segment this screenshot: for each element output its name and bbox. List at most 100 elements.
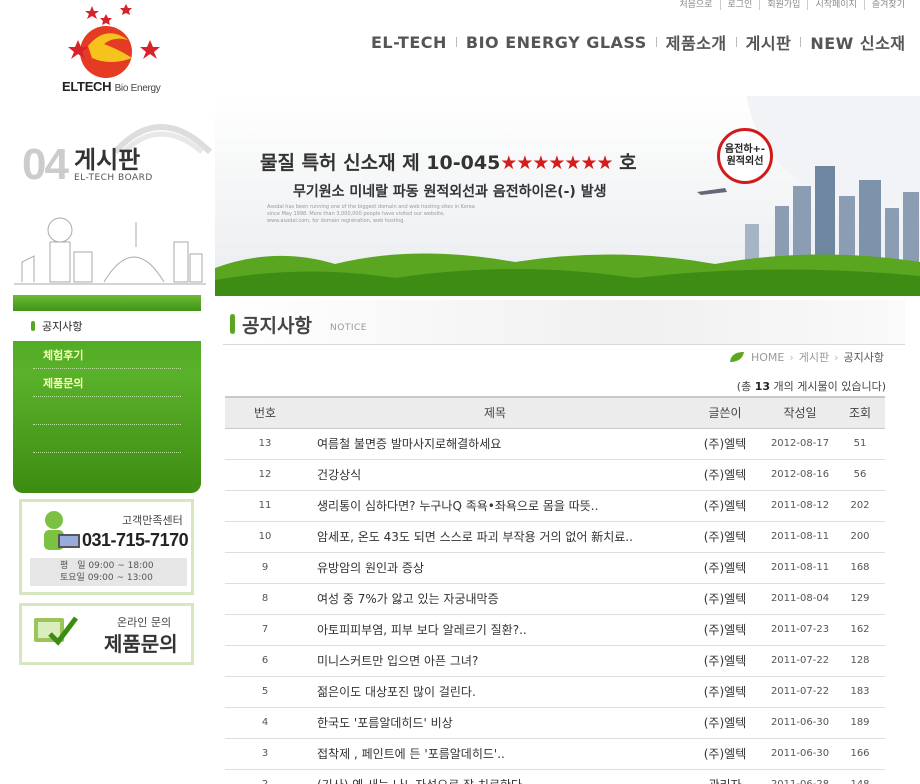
post-views: 148 — [835, 769, 885, 784]
stamp-line1: 음전하+- — [724, 144, 766, 155]
main-nav-new-material[interactable]: NEW 신소재 — [801, 30, 914, 54]
sidebar-item-reviews[interactable]: 체험후기 — [33, 341, 181, 369]
post-author: (주)엘텍 — [685, 707, 765, 739]
customer-center-hours: 평 일 09:00 ~ 18:00 토요일 09:00 ~ 13:00 — [30, 558, 187, 586]
main-nav-eltech[interactable]: EL-TECH — [362, 33, 456, 52]
post-date: 2011-06-30 — [765, 738, 835, 770]
monitor-check-icon — [34, 616, 78, 646]
post-number: 12 — [225, 459, 305, 491]
sidebar-item-notice[interactable]: 공지사항 — [13, 311, 201, 341]
post-author: (주)엘텍 — [685, 459, 765, 491]
post-date: 2012-08-16 — [765, 459, 835, 491]
post-date: 2011-08-11 — [765, 552, 835, 584]
sidebar-item-inquiry[interactable]: 제품문의 — [33, 369, 181, 397]
nav-login-link[interactable]: 로그인 — [719, 0, 760, 10]
online-inquiry-button[interactable]: 온라인 문의 제품문의 — [19, 603, 194, 665]
post-title-link[interactable]: 유방암의 원인과 증상 — [305, 552, 685, 584]
post-number: 4 — [225, 707, 305, 739]
customer-center-phone: 031-715-7170 — [82, 530, 189, 550]
post-views: 202 — [835, 490, 885, 522]
post-title-link[interactable]: 여성 중 7%가 앓고 있는 자궁내막증 — [305, 583, 685, 615]
table-row[interactable]: 8 여성 중 7%가 앓고 있는 자궁내막증 (주)엘텍 2011-08-04 129 — [225, 583, 885, 615]
table-row[interactable]: 4 한국도 '포름알데히드' 비상 (주)엘텍 2011-06-30 189 — [225, 707, 885, 739]
nav-bookmark-link[interactable]: 즐겨찾기 — [863, 0, 912, 10]
chevron-right-icon: › — [789, 350, 794, 364]
post-number: 8 — [225, 583, 305, 615]
post-count-prefix: (총 — [736, 380, 755, 393]
sidebar-menu-cap — [13, 295, 201, 311]
post-title-link[interactable]: 암세포, 온도 43도 되면 스스로 파괴 부작용 거의 없어 新치료.. — [305, 521, 685, 553]
post-number: 6 — [225, 645, 305, 677]
section-title: 게시판 — [74, 146, 141, 174]
post-title-link[interactable]: 접착제 , 페인트에 든 '포름알데히드'.. — [305, 738, 685, 770]
title-bar-accent — [230, 314, 235, 334]
table-row[interactable]: 7 아토피피부염, 피부 보다 알레르기 질환?.. (주)엘텍 2011-07-23… — [225, 614, 885, 646]
table-row[interactable]: 6 미니스커트만 입으면 아픈 그녀? (주)엘텍 2011-07-22 128 — [225, 645, 885, 677]
breadcrumb-board[interactable]: 게시판 — [799, 349, 829, 365]
chevron-right-icon: › — [834, 350, 839, 364]
main-nav-bio-energy-glass[interactable]: BIO ENERGY GLASS — [457, 33, 656, 52]
banner-fine-print: Asodal has been running one of the bigge… — [267, 204, 475, 224]
post-title-link[interactable]: 젊은이도 대상포진 많이 걸린다. — [305, 676, 685, 708]
column-header-number: 번호 — [225, 396, 305, 429]
city-sketch-illustration — [14, 217, 206, 285]
nav-join-link[interactable]: 회원가입 — [759, 0, 807, 10]
section-number: 04 — [22, 140, 69, 189]
post-date: 2011-07-22 — [765, 676, 835, 708]
post-date: 2011-08-11 — [765, 521, 835, 553]
page-title: 공지사항 — [242, 315, 312, 337]
column-header-views: 조회 — [835, 396, 885, 429]
post-views: 166 — [835, 738, 885, 770]
post-author: (주)엘텍 — [685, 490, 765, 522]
post-title-link[interactable]: 한국도 '포름알데히드' 비상 — [305, 707, 685, 739]
post-date: 2011-07-23 — [765, 614, 835, 646]
post-author: (주)엘텍 — [685, 428, 765, 460]
post-date: 2011-08-12 — [765, 490, 835, 522]
customer-center-label: 고객만족센터 — [122, 514, 183, 527]
post-title-link[interactable]: 생리통이 심하다면? 누구나Q 족욕•좌욕으로 몸을 따뜻.. — [305, 490, 685, 522]
post-author: (주)엘텍 — [685, 552, 765, 584]
post-views: 183 — [835, 676, 885, 708]
hours-weekday: 평 일 09:00 ~ 18:00 — [60, 561, 154, 571]
post-number: 3 — [225, 738, 305, 770]
post-title-link[interactable]: 미니스커트만 입으면 아픈 그녀? — [305, 645, 685, 677]
post-title-link[interactable]: 아토피피부염, 피부 보다 알레르기 질환?.. — [305, 614, 685, 646]
main-nav: EL-TECH BIO ENERGY GLASS 제품소개 게시판 NEW 신소… — [362, 30, 915, 54]
sidebar-menu: 공지사항 체험후기 제품문의 — [13, 295, 201, 493]
breadcrumb-current: 공지사항 — [843, 351, 884, 364]
column-header-date: 작성일 — [765, 396, 835, 429]
post-number: 7 — [225, 614, 305, 646]
bullet-icon — [31, 321, 35, 331]
table-row[interactable]: 2(기사) 옌 새는 나노자석으로 잡 치료한다관리자2011-06-28148 — [225, 769, 885, 784]
post-title-link[interactable]: 건강상식 — [305, 459, 685, 491]
table-row[interactable]: 3 접착제 , 페인트에 든 '포름알데히드'.. (주)엘텍 2011-06-30 1… — [225, 738, 885, 770]
post-number: 13 — [225, 428, 305, 460]
post-title-link[interactable]: 여름철 불면증 발마사지로해결하세요 — [305, 428, 685, 460]
post-title-link[interactable]: (기사) 옌 새는 나노자석으로 잡 치료한다 — [305, 769, 685, 784]
banner-subheadline: 무기원소 미네랄 파동 원적외선과 음전하이온(-) 발생 — [293, 184, 607, 200]
table-row[interactable]: 11 생리통이 심하다면? 누구나Q 족욕•좌욕으로 몸을 따뜻.. (주)엘텍 20… — [225, 490, 885, 522]
table-row[interactable]: 12 건강상식 (주)엘텍 2012-08-16 56 — [225, 459, 885, 491]
table-row[interactable]: 13 여름철 불면증 발마사지로해결하세요 (주)엘텍 2012-08-17 51 — [225, 428, 885, 460]
main-nav-products[interactable]: 제품소개 — [657, 30, 736, 54]
column-header-author: 글쓴이 — [685, 396, 765, 429]
post-views: 162 — [835, 614, 885, 646]
banner-headline: 물질 특허 신소재 제 10-045★★★★★★★ 호 — [260, 148, 637, 175]
post-date: 2012-08-17 — [765, 428, 835, 460]
post-count-suffix: 개의 게시물이 있습니다) — [770, 380, 887, 393]
nav-home-link[interactable]: 처음으로 — [672, 0, 719, 10]
sidebar-empty-row — [33, 425, 181, 453]
hero-banner: 물질 특허 신소재 제 10-045★★★★★★★ 호 무기원소 미네랄 파동 … — [215, 96, 920, 296]
main-nav-board[interactable]: 게시판 — [737, 30, 801, 54]
banner-headline-suffix: 호 — [612, 152, 637, 174]
sidebar-item-label: 공지사항 — [42, 320, 83, 333]
table-row[interactable]: 10 암세포, 온도 43도 되면 스스로 파괴 부작용 거의 없어 新치료..(… — [225, 521, 885, 553]
nav-startpage-link[interactable]: 시작페이지 — [807, 0, 863, 10]
stamp-line2: 원적외선 — [726, 156, 764, 167]
table-row[interactable]: 5 젊은이도 대상포진 많이 걸린다. (주)엘텍 2011-07-22 183 — [225, 676, 885, 708]
banner-stars: ★★★★★★★ — [500, 152, 613, 174]
table-row[interactable]: 9 유방암의 원인과 증상 (주)엘텍 2011-08-11 168 — [225, 552, 885, 584]
breadcrumb-home[interactable]: HOME — [751, 351, 784, 364]
post-number: 5 — [225, 676, 305, 708]
post-views: 129 — [835, 583, 885, 615]
